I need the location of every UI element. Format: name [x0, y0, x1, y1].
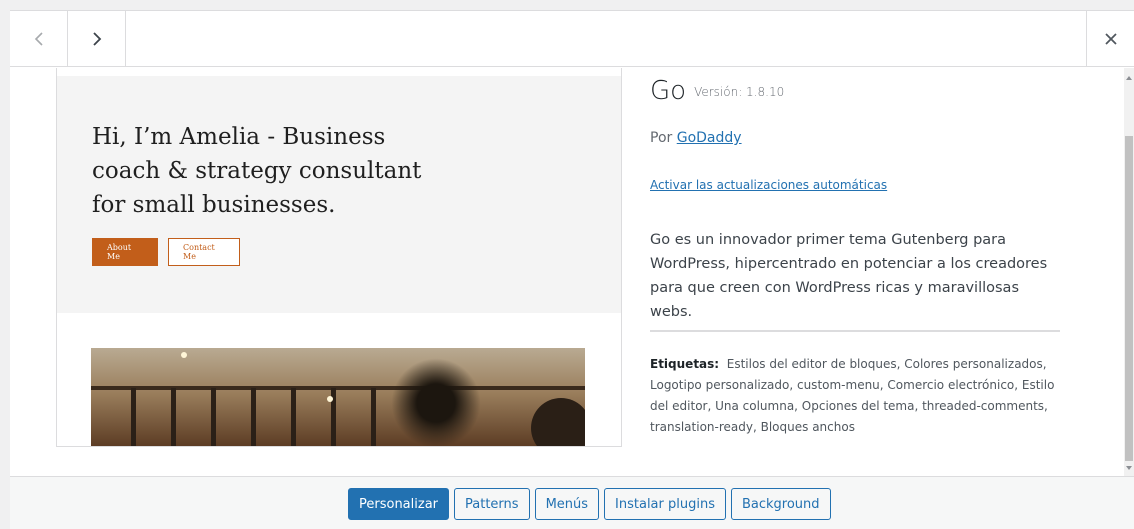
tags-label: Etiquetas:: [650, 357, 720, 371]
scroll-thumb[interactable]: [1125, 136, 1133, 461]
author-prefix: Por: [650, 130, 677, 146]
next-theme-button[interactable]: [68, 11, 126, 67]
preview-contact-button: Contact Me: [168, 238, 240, 266]
enable-auto-updates-link[interactable]: Activar las actualizaciones automáticas: [650, 178, 887, 192]
theme-actions: Personalizar Patterns Menús Instalar plu…: [10, 476, 1134, 529]
theme-author: Por GoDaddy: [650, 130, 742, 146]
scroll-down-icon[interactable]: [1126, 466, 1132, 470]
author-link[interactable]: GoDaddy: [677, 130, 742, 146]
divider: [650, 330, 1060, 332]
close-modal-button[interactable]: [1086, 11, 1134, 67]
previous-theme-button[interactable]: [10, 11, 68, 67]
preview-photo: [91, 348, 585, 446]
theme-tags: Etiquetas: Estilos del editor de bloques…: [650, 354, 1060, 438]
customize-button[interactable]: Personalizar: [348, 488, 450, 520]
theme-description: Go es un innovador primer tema Gutenberg…: [650, 232, 1048, 320]
preview-hero-title: Hi, I’m Amelia - Business coach & strate…: [92, 124, 422, 218]
scroll-up-icon[interactable]: [1126, 76, 1132, 80]
preview-hero: Hi, I’m Amelia - Business coach & strate…: [57, 76, 621, 313]
chevron-left-icon: [34, 32, 43, 46]
patterns-button[interactable]: Patterns: [454, 488, 530, 520]
background-button[interactable]: Background: [730, 488, 831, 520]
chevron-right-icon: [92, 32, 101, 46]
modal-header: [10, 11, 1134, 67]
theme-screenshot: Hi, I’m Amelia - Business coach & strate…: [56, 68, 622, 447]
theme-version: Versión: 1.8.10: [694, 84, 785, 99]
theme-name-text: Go: [650, 76, 687, 106]
menus-button[interactable]: Menús: [534, 488, 600, 520]
scrollbar[interactable]: [1124, 68, 1134, 476]
theme-details-content: Hi, I’m Amelia - Business coach & strate…: [10, 68, 1134, 476]
install-plugins-button[interactable]: Instalar plugins: [604, 488, 726, 520]
preview-about-button: About Me: [92, 238, 158, 266]
theme-details-modal: Hi, I’m Amelia - Business coach & strate…: [10, 10, 1134, 529]
theme-name: Go Versión: 1.8.10: [650, 76, 784, 106]
close-icon: [1104, 33, 1117, 45]
